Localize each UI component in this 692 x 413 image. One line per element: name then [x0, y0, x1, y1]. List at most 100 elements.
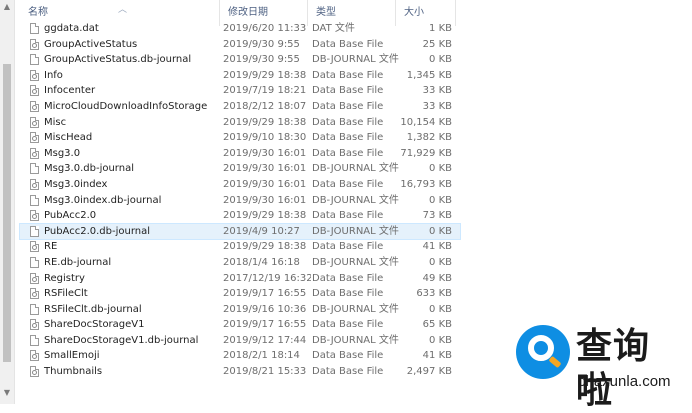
- file-icon: [30, 163, 39, 175]
- file-row[interactable]: PubAcc2.0 2019/9/29 18:38 Data Base File 73…: [20, 208, 460, 224]
- file-date: 2019/9/30 16:01: [223, 194, 307, 206]
- file-icon: [30, 303, 39, 315]
- file-size: 633 KB: [416, 288, 452, 300]
- file-name-cell: SmallEmoji: [30, 348, 220, 364]
- file-name-cell: Msg3.0.db-journal: [30, 161, 220, 177]
- file-row[interactable]: GroupActiveStatus 2019/9/30 9:55 Data Base…: [20, 37, 460, 53]
- file-date: 2019/9/30 16:01: [223, 163, 307, 175]
- file-row[interactable]: Thumbnails 2019/8/21 15:33 Data Base File 2…: [20, 364, 460, 380]
- file-row[interactable]: Info 2019/9/29 18:38 Data Base File 1,345 K…: [20, 68, 460, 84]
- file-date: 2019/9/17 16:55: [223, 319, 307, 331]
- file-name: Info: [44, 69, 63, 81]
- file-row[interactable]: GroupActiveStatus.db-journal 2019/9/30 9:…: [20, 52, 460, 68]
- db-file-icon: [30, 210, 39, 222]
- file-type: Data Base File: [312, 210, 384, 222]
- file-size: 33 KB: [422, 100, 452, 112]
- file-type: Data Base File: [312, 178, 384, 190]
- file-size: 16,793 KB: [400, 178, 452, 190]
- file-type: DB-JOURNAL 文件: [312, 194, 399, 206]
- file-row[interactable]: PubAcc2.0.db-journal 2019/4/9 10:27 DB-JOU…: [19, 222, 461, 241]
- file-type: DB-JOURNAL 文件: [312, 225, 399, 237]
- file-icon: [30, 225, 39, 237]
- file-name: ShareDocStorageV1.db-journal: [44, 334, 199, 346]
- file-row[interactable]: MicroCloudDownloadInfoStorage 2018/2/12 1…: [20, 99, 460, 115]
- file-type: Data Base File: [312, 69, 384, 81]
- db-file-icon: [30, 319, 39, 331]
- file-name-cell: MiscHead: [30, 130, 220, 146]
- file-name-cell: Infocenter: [30, 83, 220, 99]
- file-size: 1 KB: [429, 23, 452, 34]
- file-type: DB-JOURNAL 文件: [312, 303, 399, 315]
- file-row[interactable]: ShareDocStorageV1 2019/9/17 16:55 Data Bas…: [20, 317, 460, 333]
- file-date: 2019/9/30 16:01: [223, 147, 307, 159]
- file-type: Data Base File: [312, 132, 384, 144]
- db-file-icon: [30, 350, 39, 362]
- db-file-icon: [30, 272, 39, 284]
- file-date: 2019/9/17 16:55: [223, 288, 307, 300]
- file-type: DB-JOURNAL 文件: [312, 256, 399, 268]
- file-name: GroupActiveStatus.db-journal: [44, 54, 192, 66]
- db-file-icon: [30, 241, 39, 253]
- file-name: Thumbnails: [44, 366, 103, 378]
- file-icon: [30, 334, 39, 346]
- file-date: 2018/2/1 18:14: [223, 350, 300, 362]
- scroll-up-arrow-icon[interactable]: ▲: [2, 2, 12, 12]
- file-name: Msg3.0index: [44, 178, 108, 190]
- db-file-icon: [30, 116, 39, 128]
- file-name: Infocenter: [44, 85, 96, 97]
- file-name: MiscHead: [44, 132, 93, 144]
- file-icon: [30, 54, 39, 66]
- file-list: ggdata.dat 2019/6/20 11:33 DAT 文件 1 KB Group…: [19, 9, 461, 380]
- file-explorer-window: ▲ ▼ 名称 ︿ 修改日期 类型 大小 ggdata.dat 2019/6/20 …: [0, 0, 692, 411]
- file-type: DAT 文件: [312, 23, 355, 34]
- file-row[interactable]: RSFileClt 2019/9/17 16:55 Data Base File 63…: [20, 286, 460, 302]
- file-name: Msg3.0.db-journal: [44, 163, 134, 175]
- file-row[interactable]: Misc 2019/9/29 18:38 Data Base File 10,154 …: [20, 115, 460, 131]
- file-date: 2019/9/29 18:38: [223, 241, 307, 253]
- file-row[interactable]: ShareDocStorageV1.db-journal 2019/9/12 17…: [20, 333, 460, 349]
- file-size: 0 KB: [429, 303, 452, 315]
- file-row[interactable]: Registry 2017/12/19 16:32 Data Base File 49…: [20, 271, 460, 287]
- file-name-cell: Misc: [30, 115, 220, 131]
- db-file-icon: [30, 38, 39, 50]
- file-row[interactable]: RSFileClt.db-journal 2019/9/16 10:36 DB-JO…: [20, 302, 460, 318]
- file-row[interactable]: Msg3.0 2019/9/30 16:01 Data Base File 71,92…: [20, 146, 460, 162]
- file-name-cell: PubAcc2.0.db-journal: [30, 224, 220, 240]
- file-date: 2017/12/19 16:32: [223, 272, 311, 284]
- file-name-cell: PubAcc2.0: [30, 208, 220, 224]
- file-name: RSFileClt.db-journal: [44, 303, 142, 315]
- file-icon: [30, 23, 39, 34]
- db-file-icon: [30, 147, 39, 159]
- file-size: 1,345 KB: [406, 69, 452, 81]
- file-name: PubAcc2.0.db-journal: [44, 225, 151, 237]
- file-size: 0 KB: [429, 163, 452, 175]
- file-name: RE: [44, 241, 58, 253]
- file-type: Data Base File: [312, 147, 384, 159]
- file-name-cell: Msg3.0index: [30, 177, 220, 193]
- file-row[interactable]: RE.db-journal 2018/1/4 16:18 DB-JOURNAL 文件…: [20, 255, 460, 271]
- file-icon: [30, 194, 39, 206]
- file-row[interactable]: RE 2019/9/29 18:38 Data Base File 41 KB: [20, 239, 460, 255]
- file-name-cell: GroupActiveStatus: [30, 37, 220, 53]
- file-name-cell: GroupActiveStatus.db-journal: [30, 52, 220, 68]
- file-row[interactable]: ggdata.dat 2019/6/20 11:33 DAT 文件 1 KB: [20, 21, 460, 37]
- file-type: Data Base File: [312, 288, 384, 300]
- file-type: Data Base File: [312, 366, 384, 378]
- file-row[interactable]: Msg3.0index.db-journal 2019/9/30 16:01 DB-…: [20, 193, 460, 209]
- file-row[interactable]: Msg3.0.db-journal 2019/9/30 16:01 DB-JOURN…: [20, 161, 460, 177]
- file-name: Registry: [44, 272, 85, 284]
- db-file-icon: [30, 366, 39, 378]
- file-row[interactable]: Infocenter 2019/7/19 18:21 Data Base File 3…: [20, 83, 460, 99]
- watermark-brand: 查询啦: [576, 326, 651, 411]
- file-name-cell: ggdata.dat: [30, 21, 220, 37]
- vertical-scrollbar[interactable]: ▲ ▼: [0, 0, 15, 404]
- file-name: Msg3.0index.db-journal: [44, 194, 162, 206]
- file-date: 2019/9/29 18:38: [223, 116, 307, 128]
- file-row[interactable]: MiscHead 2019/9/10 18:30 Data Base File 1,3…: [20, 130, 460, 146]
- scroll-down-arrow-icon[interactable]: ▼: [2, 388, 12, 398]
- scrollbar-thumb[interactable]: [3, 64, 11, 362]
- file-type: Data Base File: [312, 38, 384, 50]
- file-row[interactable]: Msg3.0index 2019/9/30 16:01 Data Base File…: [20, 177, 460, 193]
- file-name-cell: Msg3.0index.db-journal: [30, 193, 220, 209]
- file-row[interactable]: SmallEmoji 2018/2/1 18:14 Data Base File 41…: [20, 348, 460, 364]
